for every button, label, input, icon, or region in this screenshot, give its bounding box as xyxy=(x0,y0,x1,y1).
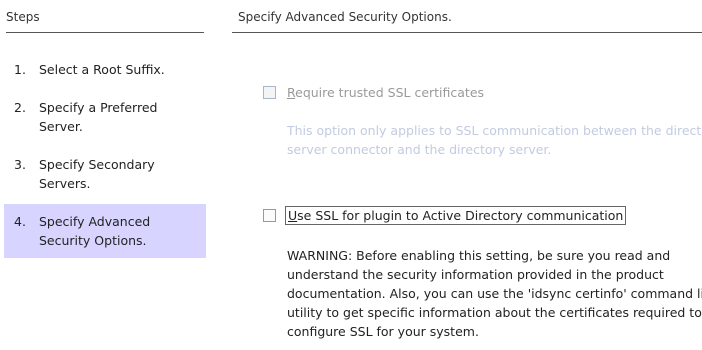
steps-divider xyxy=(6,32,204,33)
label-text: equire trusted SSL certificates xyxy=(295,85,485,100)
mnemonic-char: U xyxy=(288,208,298,223)
mnemonic-char: R xyxy=(287,85,296,100)
note-line: server connector and the directory serve… xyxy=(287,142,552,157)
step-label: Select a Root Suffix. xyxy=(39,62,165,77)
step-number: 1. xyxy=(14,62,26,77)
step-label: Specify Secondary Servers. xyxy=(39,157,155,191)
label-text: se SSL for plugin to Active Directory co… xyxy=(297,208,624,223)
warning-line: utility to get specific information abou… xyxy=(287,305,702,320)
step-item-2[interactable]: 2. Specify a Preferred Server. xyxy=(0,98,206,138)
step-label: Specify Advanced Security Options. xyxy=(39,214,151,248)
step-item-3[interactable]: 3. Specify Secondary Servers. xyxy=(0,155,206,195)
steps-title: Steps xyxy=(6,10,40,24)
step-number: 4. xyxy=(14,214,26,229)
page-title: Specify Advanced Security Options. xyxy=(238,10,452,24)
warning-line: understand the security information prov… xyxy=(287,267,664,282)
warning-line: configure SSL for your system. xyxy=(287,324,479,339)
step-label: Specify a Preferred Server. xyxy=(39,100,158,134)
step-item-1[interactable]: 1. Select a Root Suffix. xyxy=(0,60,206,80)
use-ssl-label[interactable]: Use SSL for plugin to Active Directory c… xyxy=(284,206,627,225)
steps-panel: Steps 1. Select a Root Suffix. 2. Specif… xyxy=(0,0,214,350)
ssl-warning-text: WARNING: Before enabling this setting, b… xyxy=(287,246,702,341)
note-line: This option only applies to SSL communic… xyxy=(287,123,702,138)
step-number: 2. xyxy=(14,100,26,115)
trusted-ssl-note: This option only applies to SSL communic… xyxy=(287,121,702,159)
require-trusted-ssl-label[interactable]: Require trusted SSL certificates xyxy=(287,85,484,100)
use-ssl-checkbox[interactable] xyxy=(263,209,276,222)
step-item-4-active[interactable]: 4. Specify Advanced Security Options. xyxy=(4,204,206,258)
step-number: 3. xyxy=(14,157,26,172)
warning-line: WARNING: Before enabling this setting, b… xyxy=(287,248,671,263)
content-panel: Specify Advanced Security Options. Requi… xyxy=(232,0,702,350)
title-divider xyxy=(232,32,702,33)
require-trusted-ssl-checkbox[interactable] xyxy=(263,86,276,99)
warning-line: documentation. Also, you can use the 'id… xyxy=(287,286,702,301)
